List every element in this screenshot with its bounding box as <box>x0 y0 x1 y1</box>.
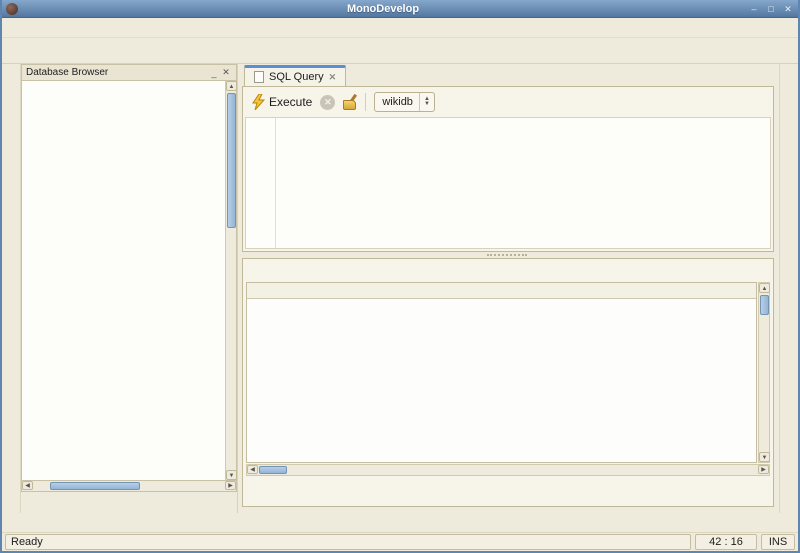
left-dock-strip <box>2 64 21 513</box>
grid-body <box>247 299 756 462</box>
titlebar: MonoDevelop ‒ □ ✕ <box>2 0 798 18</box>
tree-vertical-scrollbar[interactable]: ▲ ▼ <box>225 81 236 480</box>
statusbar: Ready 42 : 16 INS <box>2 532 798 551</box>
scroll-right-icon[interactable]: ▶ <box>225 481 236 490</box>
stop-query-icon[interactable]: ✕ <box>320 95 335 110</box>
grid-horizontal-scrollbar[interactable]: ◀ ▶ <box>246 464 770 476</box>
pad-header: Database Browser _ ✕ <box>21 64 237 81</box>
pad-close-icon[interactable]: ✕ <box>220 67 232 78</box>
pad-minimize-icon[interactable]: _ <box>208 68 220 78</box>
results-grid <box>246 282 757 463</box>
document-area: SQL Query ✕ Execute ✕ wikidb ▲▼ <box>238 64 779 513</box>
status-message: Ready <box>5 534 691 550</box>
tree-horizontal-scrollbar[interactable]: ◀ ▶ <box>21 481 237 492</box>
tab-sql-query[interactable]: SQL Query ✕ <box>244 65 346 86</box>
database-browser-pad: Database Browser _ ✕ ▲ ▼ ◀ ▶ <box>21 64 238 513</box>
caret-position: 42 : 16 <box>695 534 757 550</box>
scroll-up-icon[interactable]: ▲ <box>759 283 770 293</box>
pagination-bar <box>243 476 773 506</box>
scrollbar-thumb[interactable] <box>50 482 140 490</box>
minimize-icon[interactable]: ‒ <box>748 3 760 15</box>
scroll-left-icon[interactable]: ◀ <box>247 465 258 474</box>
results-tabs <box>243 259 773 281</box>
right-dock-strip <box>779 64 798 513</box>
document-icon <box>254 71 264 83</box>
scroll-down-icon[interactable]: ▼ <box>226 470 237 480</box>
scrollbar-thumb[interactable] <box>760 295 769 315</box>
tab-close-icon[interactable]: ✕ <box>329 72 337 83</box>
sql-code-editor[interactable] <box>245 117 771 249</box>
scrollbar-thumb[interactable] <box>259 466 287 474</box>
insert-mode-indicator: INS <box>761 534 795 550</box>
grid-header-row <box>247 283 756 299</box>
execute-button[interactable]: Execute <box>251 94 312 110</box>
scroll-right-icon[interactable]: ▶ <box>758 465 769 474</box>
code-lines <box>276 118 284 248</box>
scrollbar-thumb[interactable] <box>227 93 236 228</box>
grid-vertical-scrollbar[interactable]: ▲ ▼ <box>758 282 770 463</box>
app-icon <box>6 3 18 15</box>
content-area: Database Browser _ ✕ ▲ ▼ ◀ ▶ <box>2 64 798 513</box>
results-panel: ▲ ▼ ◀ ▶ <box>242 258 774 507</box>
clear-broom-icon[interactable] <box>343 94 357 110</box>
maximize-icon[interactable]: □ <box>765 3 777 15</box>
window-controls: ‒ □ ✕ <box>748 3 794 15</box>
sql-toolbar: Execute ✕ wikidb ▲▼ <box>243 87 773 117</box>
database-tree <box>22 81 225 480</box>
connection-combo[interactable]: wikidb ▲▼ <box>374 92 435 112</box>
results-grid-container: ▲ ▼ <box>246 282 770 463</box>
splitter-handle[interactable] <box>242 252 774 258</box>
sql-editor-panel: Execute ✕ wikidb ▲▼ <box>242 86 774 252</box>
line-number-gutter <box>246 118 276 248</box>
separator <box>365 93 366 111</box>
monodevelop-window: MonoDevelop ‒ □ ✕ Database Browser _ ✕ ▲… <box>0 0 800 553</box>
bottom-pad-tabs <box>2 513 798 532</box>
pad-bottom-tabs <box>21 492 237 513</box>
lightning-icon <box>251 94 266 110</box>
spinner-icon[interactable]: ▲▼ <box>419 93 434 111</box>
menubar <box>2 18 798 38</box>
window-title: MonoDevelop <box>18 3 748 15</box>
scroll-up-icon[interactable]: ▲ <box>226 81 237 91</box>
tree-container: ▲ ▼ <box>21 81 237 481</box>
tab-label: SQL Query <box>269 71 324 83</box>
close-icon[interactable]: ✕ <box>782 3 794 15</box>
document-tabs: SQL Query ✕ <box>242 64 774 86</box>
main-toolbar <box>2 38 798 64</box>
scroll-left-icon[interactable]: ◀ <box>22 481 33 490</box>
scroll-down-icon[interactable]: ▼ <box>759 452 770 462</box>
pad-title: Database Browser <box>26 67 208 78</box>
